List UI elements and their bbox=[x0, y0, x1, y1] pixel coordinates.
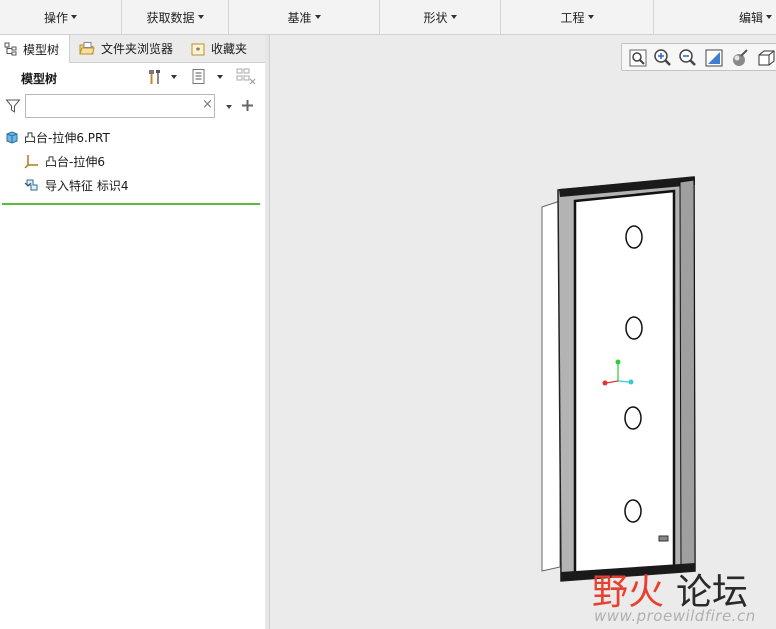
tree-show-button[interactable] bbox=[191, 67, 223, 87]
tree-filter-row: × bbox=[0, 92, 265, 122]
chevron-down-icon bbox=[71, 15, 77, 19]
ribbon-group-datum[interactable]: 基准 bbox=[229, 0, 380, 34]
svg-text:*: * bbox=[196, 46, 201, 56]
tree-node-csys[interactable]: 凸台-拉伸6 bbox=[24, 151, 105, 171]
ribbon-group-label: 工程 bbox=[560, 10, 585, 25]
folder-icon bbox=[79, 41, 95, 54]
ribbon-group-get-data[interactable]: 获取数据 bbox=[122, 0, 229, 34]
ribbon-group-operations[interactable]: 操作 bbox=[0, 0, 122, 34]
tab-label: 文件夹浏览器 bbox=[101, 42, 174, 56]
ribbon-group-label: 形状 bbox=[423, 10, 448, 25]
chevron-down-icon bbox=[171, 75, 177, 79]
saved-views-icon[interactable] bbox=[756, 48, 776, 68]
tree-search-input[interactable] bbox=[25, 94, 215, 118]
filter-icon[interactable] bbox=[5, 98, 21, 114]
tree-node-import-feature[interactable]: 导入特征 标识4 bbox=[24, 175, 128, 195]
tree-node-label: 导入特征 标识4 bbox=[45, 178, 129, 193]
watermark-url: www.proewildfire.cn bbox=[594, 607, 756, 625]
add-filter-icon[interactable] bbox=[241, 99, 254, 112]
part-model-view[interactable] bbox=[270, 35, 776, 629]
model-hole bbox=[625, 316, 643, 340]
chevron-down-icon bbox=[766, 15, 772, 19]
tools-icon bbox=[149, 70, 160, 84]
model-right-wall bbox=[679, 179, 696, 573]
part-icon bbox=[6, 131, 18, 144]
ribbon-group-shapes[interactable]: 形状 bbox=[380, 0, 501, 34]
tree-node-part[interactable]: 凸台-拉伸6.PRT bbox=[5, 127, 110, 147]
model-tree-toolbar: 模型树 bbox=[0, 63, 265, 91]
tab-favorites[interactable]: * 收藏夹 bbox=[186, 35, 265, 62]
navigator-panel: 模型树 文件夹浏览器 * 收藏夹 模型树 × 凸台-拉伸6.PRT 凸台-拉伸6… bbox=[0, 35, 266, 629]
tab-model-tree[interactable]: 模型树 bbox=[0, 35, 70, 63]
tree-columns-button[interactable] bbox=[235, 67, 257, 87]
chevron-down-icon bbox=[197, 15, 204, 19]
chevron-down-icon bbox=[450, 15, 457, 19]
model-face bbox=[573, 189, 676, 577]
navigator-tabs: 模型树 文件夹浏览器 * 收藏夹 bbox=[0, 35, 265, 63]
import-feature-icon bbox=[24, 179, 38, 191]
ribbon-group-engineering[interactable]: 工程 bbox=[501, 0, 654, 34]
model-tree-icon bbox=[4, 42, 17, 56]
model-left-flange bbox=[541, 200, 561, 572]
insert-here-indicator[interactable] bbox=[2, 203, 260, 205]
refit-icon[interactable] bbox=[628, 48, 648, 68]
chevron-down-icon bbox=[587, 15, 594, 19]
tree-settings-button[interactable] bbox=[146, 67, 177, 87]
ribbon-group-editing[interactable]: 编辑 bbox=[654, 0, 776, 34]
tab-label: 收藏夹 bbox=[211, 42, 248, 56]
ribbon-group-label: 操作 bbox=[43, 10, 68, 25]
zoom-in-icon[interactable] bbox=[653, 48, 673, 68]
tree-node-label: 凸台-拉伸6.PRT bbox=[24, 130, 110, 145]
ribbon-group-bar: 操作 获取数据 基准 形状 工程 编辑 bbox=[0, 0, 776, 35]
tab-label: 模型树 bbox=[23, 42, 60, 57]
graphics-window[interactable]: 野火 论坛 www.proewildfire.cn bbox=[270, 35, 776, 629]
favorites-icon: * bbox=[191, 43, 205, 56]
ribbon-group-label: 基准 bbox=[287, 10, 312, 25]
document-list-icon bbox=[192, 69, 205, 84]
model-hole bbox=[624, 406, 642, 430]
ribbon-group-label: 编辑 bbox=[738, 10, 763, 25]
model-hole bbox=[624, 499, 642, 523]
tree-node-label: 凸台-拉伸6 bbox=[45, 154, 105, 169]
model-hole bbox=[625, 225, 643, 249]
forum-watermark: 野火 论坛 www.proewildfire.cn bbox=[592, 563, 776, 629]
clear-search-icon[interactable]: × bbox=[202, 97, 213, 112]
display-style-icon[interactable] bbox=[730, 48, 750, 68]
zoom-out-icon[interactable] bbox=[678, 48, 698, 68]
ribbon-group-label: 获取数据 bbox=[146, 10, 195, 25]
chevron-down-icon bbox=[217, 75, 223, 79]
tab-folder-browser[interactable]: 文件夹浏览器 bbox=[74, 35, 182, 62]
repaint-icon[interactable] bbox=[704, 48, 724, 68]
graphics-toolbar bbox=[621, 43, 776, 71]
search-options-chevron-icon[interactable] bbox=[226, 105, 232, 109]
tree-columns-icon bbox=[236, 68, 256, 85]
chevron-down-icon bbox=[314, 15, 321, 19]
model-pin bbox=[658, 535, 669, 542]
model-tree-title: 模型树 bbox=[21, 72, 58, 86]
csys-icon bbox=[24, 155, 38, 169]
